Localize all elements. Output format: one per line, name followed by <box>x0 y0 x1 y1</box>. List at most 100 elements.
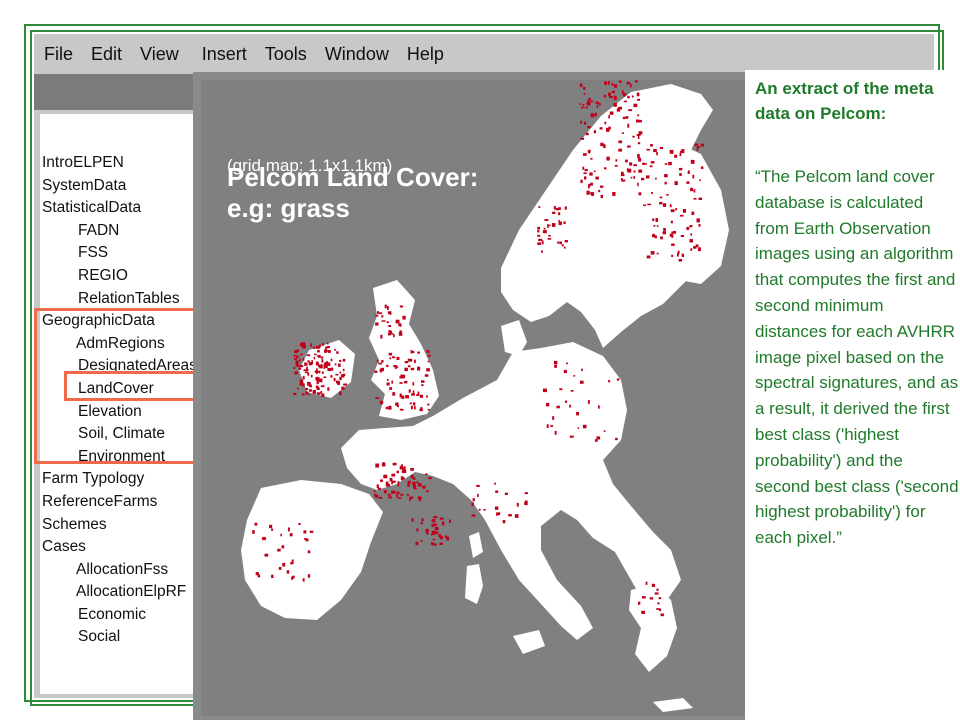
grass-pixel <box>627 95 630 99</box>
grass-pixel <box>579 83 583 88</box>
grass-pixel <box>524 501 528 506</box>
menu-window[interactable]: Window <box>316 44 398 65</box>
grass-pixel <box>306 366 308 370</box>
tree-item-allocationelprf[interactable]: AllocationElpRF <box>42 581 197 604</box>
grass-pixel <box>584 176 587 180</box>
grass-pixel <box>338 363 341 367</box>
grass-pixel <box>687 171 690 174</box>
menu-file[interactable]: File <box>34 44 82 65</box>
grass-pixel <box>671 243 675 246</box>
tree-item-introelpen[interactable]: IntroELPEN <box>42 152 197 175</box>
tree-item-fss[interactable]: FSS <box>42 242 197 265</box>
grass-pixel <box>554 430 557 435</box>
grass-pixel <box>323 364 326 369</box>
tree-item-statisticaldata[interactable]: StatisticalData <box>42 197 197 220</box>
grass-pixel <box>659 608 662 612</box>
grass-pixel <box>320 385 325 388</box>
grass-pixel <box>293 367 296 369</box>
grass-pixel <box>409 498 411 501</box>
grass-pixel <box>689 239 693 243</box>
grass-pixel <box>321 359 324 363</box>
grass-pixel <box>627 145 631 148</box>
grass-pixel <box>678 259 683 262</box>
tree-item-systemdata[interactable]: SystemData <box>42 175 197 198</box>
menu-tools[interactable]: Tools <box>256 44 316 65</box>
menubar: File Edit View Insert Tools Window Help <box>34 38 934 70</box>
grass-pixel <box>645 581 648 585</box>
grass-pixel <box>377 311 379 314</box>
tree-item-fadn[interactable]: FADN <box>42 220 197 243</box>
grass-pixel <box>330 375 333 378</box>
tree-item-schemes[interactable]: Schemes <box>42 514 197 537</box>
grass-pixel <box>316 370 318 375</box>
grass-pixel <box>304 362 308 366</box>
grass-pixel <box>696 218 700 223</box>
grass-pixel <box>583 93 586 95</box>
tree-item-geographicdata[interactable]: GeographicData <box>42 310 197 333</box>
grass-pixel <box>636 134 641 136</box>
tree-item-environment[interactable]: Environment <box>42 446 197 469</box>
tree-item-regio[interactable]: REGIO <box>42 265 197 288</box>
grass-pixel <box>620 173 625 177</box>
grass-pixel <box>663 228 666 232</box>
menu-insert[interactable]: Insert <box>193 44 256 65</box>
grass-pixel <box>668 161 672 166</box>
grass-pixel <box>670 209 675 213</box>
grass-pixel <box>613 97 617 100</box>
grass-pixel <box>395 319 400 324</box>
tree-item-admregions[interactable]: AdmRegions <box>42 333 197 356</box>
grass-pixel <box>514 514 519 518</box>
menu-help[interactable]: Help <box>398 44 453 65</box>
tree-item-economic[interactable]: Economic <box>42 604 197 627</box>
grass-pixel <box>321 343 325 346</box>
grass-pixel <box>302 357 305 361</box>
tree-item-farm-typology[interactable]: Farm Typology <box>42 468 197 491</box>
tree-item-landcover[interactable]: LandCover <box>42 378 197 401</box>
grass-pixel <box>558 219 560 223</box>
grass-pixel <box>320 391 323 394</box>
menu-view[interactable]: View <box>131 44 193 65</box>
grass-pixel <box>434 543 437 546</box>
grass-pixel <box>664 163 668 165</box>
grass-pixel <box>690 248 693 251</box>
grass-pixel <box>552 416 555 420</box>
grass-pixel <box>315 378 319 381</box>
grass-pixel <box>612 192 616 196</box>
grass-pixel <box>271 574 274 578</box>
grass-pixel <box>307 574 311 578</box>
tree-item-designatedareas[interactable]: DesignatedAreas <box>42 355 197 378</box>
grass-pixel <box>600 194 603 199</box>
grass-pixel <box>399 323 402 327</box>
grass-pixel <box>504 492 508 495</box>
tree-item-cases[interactable]: Cases <box>42 536 197 559</box>
tree-item-relationtables[interactable]: RelationTables <box>42 288 197 311</box>
tree-item-referencefarms[interactable]: ReferenceFarms <box>42 491 197 514</box>
grass-pixel <box>421 380 425 383</box>
grass-pixel <box>633 176 636 179</box>
grass-pixel <box>583 153 587 156</box>
grass-pixel <box>537 226 541 230</box>
grass-pixel <box>401 470 404 473</box>
grass-pixel <box>407 358 410 361</box>
grass-pixel <box>303 369 306 371</box>
grass-pixel <box>595 176 599 180</box>
grass-pixel <box>321 393 325 398</box>
grass-pixel <box>425 473 428 476</box>
tree-item-allocationfss[interactable]: AllocationFss <box>42 559 197 582</box>
grass-pixel <box>397 497 402 499</box>
grass-pixel <box>564 400 568 403</box>
grass-pixel <box>478 508 481 511</box>
grass-pixel <box>590 192 594 195</box>
grass-pixel <box>400 374 404 379</box>
grass-pixel <box>399 393 402 398</box>
tree-item-elevation[interactable]: Elevation <box>42 401 197 424</box>
menu-edit[interactable]: Edit <box>82 44 131 65</box>
grass-pixel <box>618 80 622 83</box>
tree-item-soil-climate[interactable]: Soil, Climate <box>42 423 197 446</box>
grass-pixel <box>516 502 519 507</box>
grass-pixel <box>439 542 443 545</box>
grass-pixel <box>680 235 685 237</box>
tree-item-social[interactable]: Social <box>42 626 197 649</box>
grass-pixel <box>476 484 480 487</box>
grass-pixel <box>524 500 528 503</box>
